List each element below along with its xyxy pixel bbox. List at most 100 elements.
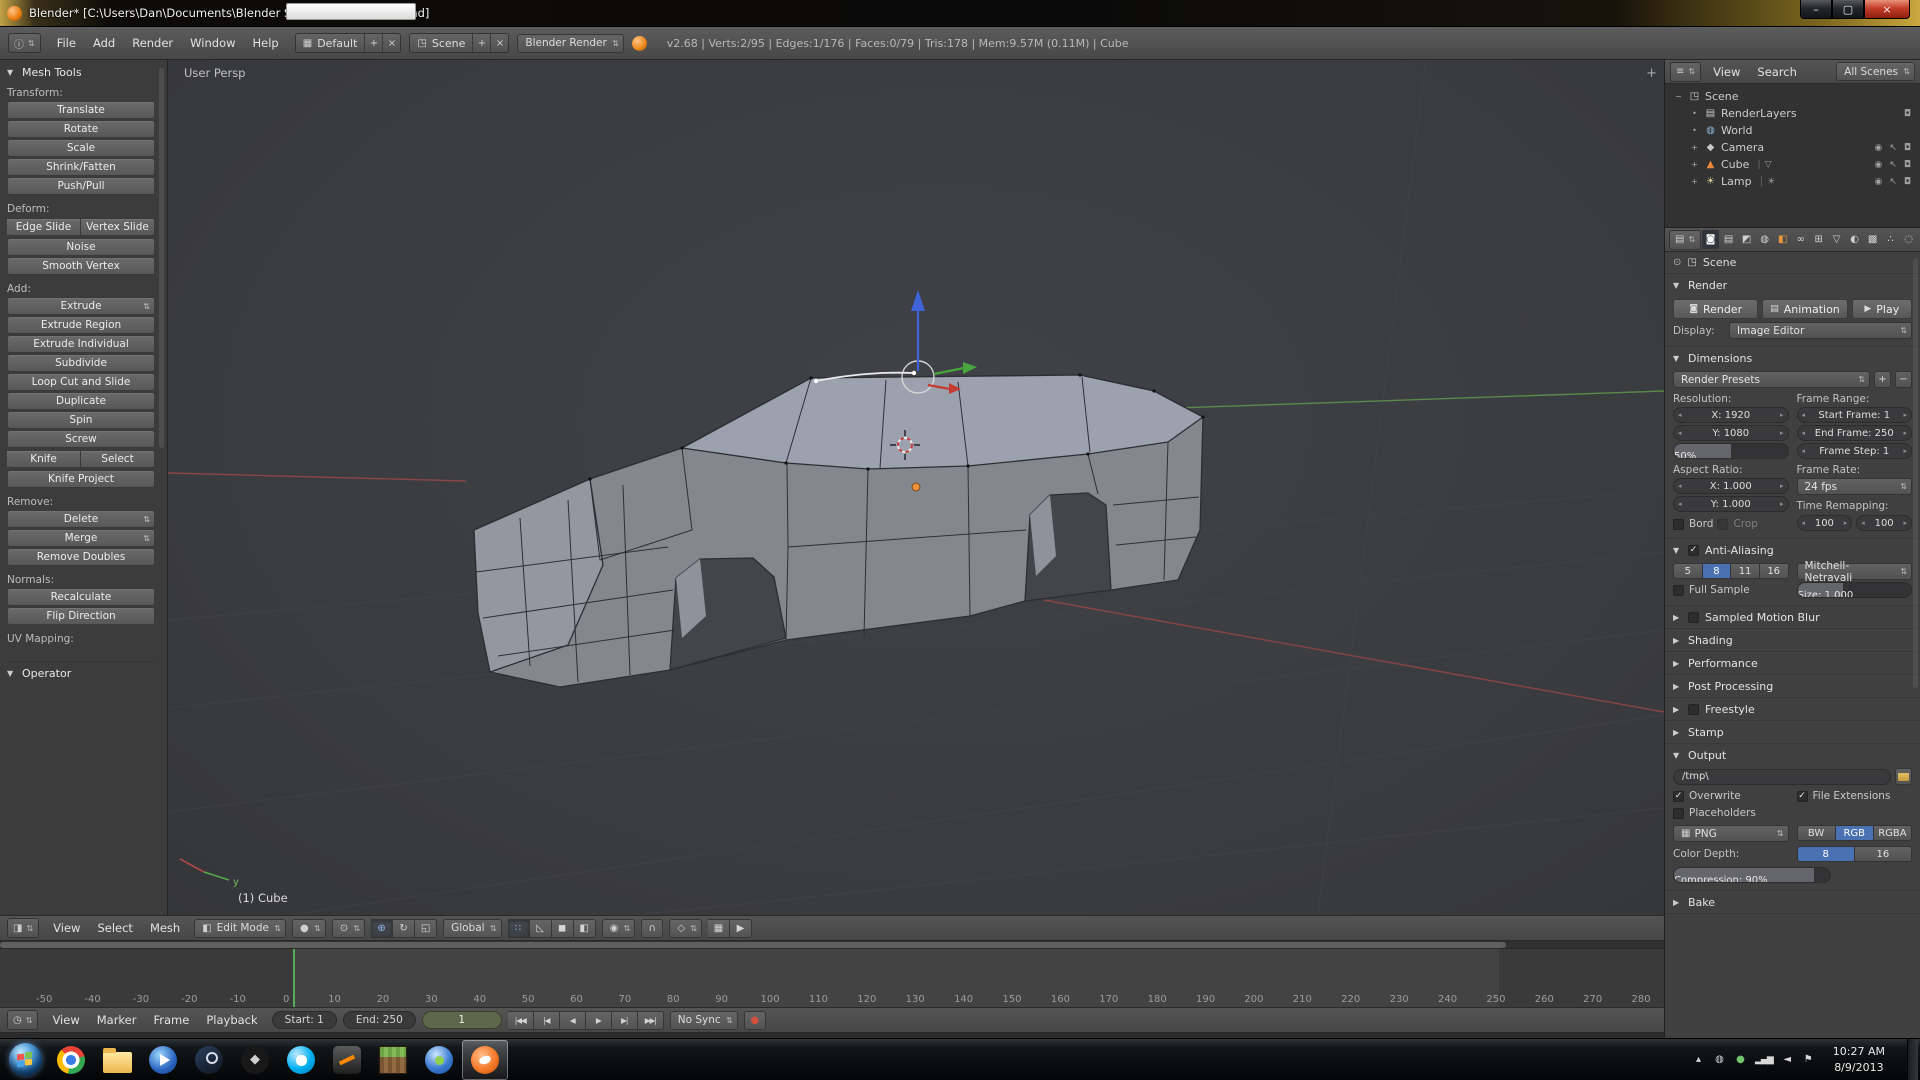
anti-aliasing-checkbox[interactable] <box>1688 545 1699 556</box>
constraints-tab[interactable]: ∞ <box>1792 230 1809 249</box>
visibility-icon[interactable] <box>1874 143 1882 153</box>
face-select-icon[interactable]: ◼ <box>552 919 574 938</box>
close-button[interactable]: × <box>1864 0 1910 19</box>
mesh-tools-panel-header[interactable]: Mesh Tools <box>7 66 155 79</box>
menubar-item[interactable]: Playback <box>198 1010 265 1030</box>
placeholders-checkbox[interactable]: Placeholders <box>1673 807 1756 819</box>
aspect-x-field[interactable]: X: 1.000 <box>1673 478 1789 494</box>
menubar-item[interactable]: View <box>1705 62 1748 82</box>
tool-button[interactable]: Remove Doubles <box>7 548 155 566</box>
3d-viewport[interactable]: y User Persp (1) Cube + <box>168 60 1664 915</box>
tool-button[interactable]: Recalculate <box>7 588 155 606</box>
full-sample-checkbox[interactable]: Full Sample <box>1673 584 1750 596</box>
resolution-y-field[interactable]: Y: 1080 <box>1673 425 1789 441</box>
compression-slider[interactable]: Compression: 90% <box>1673 867 1831 883</box>
renderability-icon[interactable] <box>1904 143 1911 153</box>
remove-preset-button[interactable]: − <box>1895 371 1912 388</box>
panel-header[interactable]: Performance <box>1665 652 1920 674</box>
menubar-item[interactable]: View <box>44 1010 87 1030</box>
viewport-canvas[interactable]: y <box>168 60 1664 915</box>
skype-icon[interactable] <box>278 1040 324 1080</box>
expander-icon[interactable]: + <box>1689 143 1700 152</box>
panel-checkbox[interactable] <box>1688 612 1699 623</box>
car-mesh[interactable] <box>474 371 1205 687</box>
tool-button[interactable]: Screw <box>7 430 155 448</box>
translate-manipulator-icon[interactable]: ⊕ <box>371 919 393 938</box>
render-panel-header[interactable]: Render <box>1665 274 1920 296</box>
display-mode-selector[interactable]: Image Editor <box>1729 322 1912 339</box>
tool-button[interactable]: Duplicate <box>7 392 155 410</box>
expander-icon[interactable]: − <box>1673 92 1684 101</box>
tool-button[interactable]: Push/Pull <box>7 177 155 195</box>
renderability-icon[interactable] <box>1904 109 1911 119</box>
tool-button[interactable]: Subdivide <box>7 354 155 372</box>
scene-tab[interactable]: ◩ <box>1738 230 1755 249</box>
material-tab[interactable]: ◐ <box>1846 230 1863 249</box>
expander-icon[interactable]: • <box>1689 126 1700 135</box>
panel-header[interactable]: Post Processing <box>1665 675 1920 697</box>
current-frame-field[interactable]: 1 <box>422 1011 502 1029</box>
minimize-button[interactable]: – <box>1800 0 1832 19</box>
menubar-item[interactable]: Select <box>89 918 140 938</box>
depth-8-button[interactable]: 8 <box>1797 846 1855 862</box>
menubar-item[interactable]: Add <box>85 33 123 53</box>
menubar-item[interactable]: Render <box>124 33 181 53</box>
menubar-item[interactable]: File <box>49 33 84 53</box>
selectability-icon[interactable] <box>1889 177 1897 187</box>
extrude-menu-button[interactable]: Extrude <box>7 297 155 315</box>
aa-size-slider[interactable]: Size: 1.000 <box>1797 582 1913 598</box>
visibility-icon[interactable] <box>1874 160 1882 170</box>
timeline-scrollbar[interactable] <box>0 941 1664 949</box>
tray-app-icon-1[interactable]: ◍ <box>1713 1054 1726 1065</box>
timeline[interactable]: -50-40-30-20-100102030405060708090100110… <box>0 949 1664 1007</box>
outliner-filter-selector[interactable]: All Scenes <box>1836 62 1915 81</box>
menubar-item[interactable]: Window <box>182 33 243 53</box>
menubar-item[interactable]: View <box>45 918 88 938</box>
mode-selector[interactable]: ◧Edit Mode <box>194 919 286 938</box>
jump-to-end-button[interactable]: ▶▶| <box>638 1011 664 1030</box>
scale-manipulator-icon[interactable]: ◱ <box>415 919 437 938</box>
modifiers-tab[interactable]: ⊞ <box>1810 230 1827 249</box>
expander-icon[interactable]: • <box>1689 109 1700 118</box>
add-layout-button[interactable]: + <box>364 34 382 52</box>
tool-button[interactable]: Shrink/Fatten <box>7 158 155 176</box>
renderability-icon[interactable] <box>1904 177 1911 187</box>
tool-button[interactable]: Spin <box>7 411 155 429</box>
aa-samples-11-button[interactable]: 11 <box>1731 563 1760 579</box>
tool-button[interactable]: Flip Direction <box>7 607 155 625</box>
start-frame-field[interactable]: Start Frame: 1 <box>1797 407 1913 423</box>
steam-icon[interactable] <box>186 1040 232 1080</box>
edge-select-icon[interactable]: ◺ <box>530 919 552 938</box>
tool-button[interactable]: Translate <box>7 101 155 119</box>
scene-selector[interactable]: ◳Scene + × <box>409 33 509 53</box>
play-button[interactable]: ▶Play <box>1852 299 1912 319</box>
viewport-shading-selector[interactable]: ● <box>292 919 326 938</box>
bw-button[interactable]: BW <box>1797 825 1836 841</box>
menubar-item[interactable]: Marker <box>89 1010 145 1030</box>
physics-tab[interactable]: ◌ <box>1900 230 1917 249</box>
anti-aliasing-panel-header[interactable]: Anti-Aliasing <box>1665 539 1920 561</box>
chrome-icon[interactable] <box>48 1040 94 1080</box>
visibility-icon[interactable] <box>1874 177 1882 187</box>
dimensions-panel-header[interactable]: Dimensions <box>1665 347 1920 369</box>
occlude-geometry-icon[interactable]: ◧ <box>574 919 596 938</box>
aa-samples-16-button[interactable]: 16 <box>1760 563 1789 579</box>
outliner-row[interactable]: + ◆ Camera <box>1665 139 1920 156</box>
start-button[interactable] <box>2 1040 48 1080</box>
selectability-icon[interactable] <box>1889 160 1897 170</box>
particles-tab[interactable]: ∴ <box>1882 230 1899 249</box>
taskbar-clock[interactable]: 10:27 AM 8/9/2013 <box>1823 1044 1895 1075</box>
panel-header[interactable]: Shading <box>1665 629 1920 651</box>
tool-button[interactable]: Scale <box>7 139 155 157</box>
knife-project-button[interactable]: Knife Project <box>7 470 155 488</box>
border-checkbox[interactable]: Bord <box>1673 518 1713 530</box>
tool-button[interactable]: Rotate <box>7 120 155 138</box>
file-format-selector[interactable]: ▦PNG <box>1673 825 1789 842</box>
minecraft-icon[interactable] <box>370 1040 416 1080</box>
add-preset-button[interactable]: + <box>1874 371 1891 388</box>
outliner-row[interactable]: • ▤ RenderLayers <box>1665 105 1920 122</box>
action-center-icon[interactable]: ⚑ <box>1802 1054 1815 1065</box>
panel-checkbox[interactable] <box>1688 704 1699 715</box>
vertex-select-icon[interactable]: ∷ <box>508 919 530 938</box>
play-reverse-button[interactable]: ◀ <box>560 1011 586 1030</box>
